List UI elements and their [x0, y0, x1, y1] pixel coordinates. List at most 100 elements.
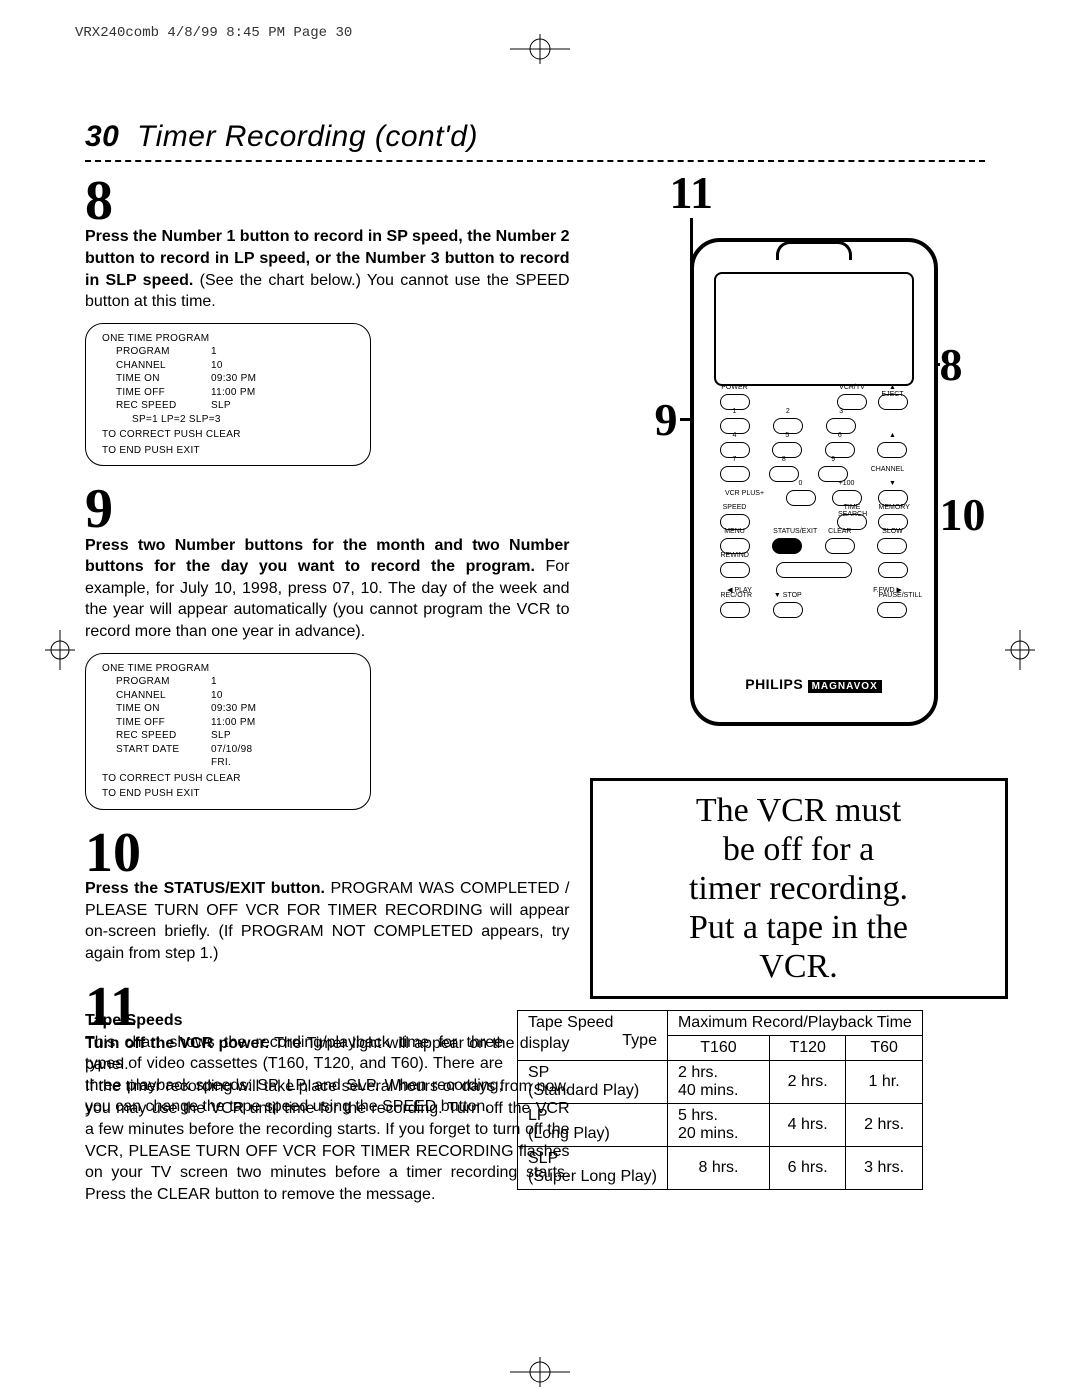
cell-lp-type: LP (Long Play) — [518, 1104, 668, 1147]
cell-sp-t120: 2 hrs. — [769, 1061, 845, 1104]
title-divider — [85, 160, 985, 162]
remote-display — [714, 272, 914, 386]
cell-lp-l1: LP — [528, 1107, 657, 1125]
step-10-text: Press the STATUS/EXIT button. PROGRAM WA… — [85, 878, 570, 964]
tape-speeds-text: Tape Speeds This chart shows the recordi… — [85, 1010, 517, 1190]
tape-speeds-heading: Tape Speeds — [85, 1012, 183, 1029]
osd2-r4-l: REC SPEED — [98, 729, 211, 743]
step-number-10: 10 — [85, 828, 570, 878]
cell-sp-t60: 1 hr. — [846, 1061, 922, 1104]
crop-mark-right — [985, 630, 1035, 675]
table-row: SP (Standard Play) 2 hrs. 40 mins. 2 hrs… — [518, 1061, 923, 1104]
osd2-title: ONE TIME PROGRAM — [98, 662, 358, 676]
osd1-r4-v: SLP — [211, 399, 231, 413]
osd1-footer2: TO END PUSH EXIT — [98, 444, 358, 458]
warn-line-4: Put a tape in the — [599, 908, 999, 947]
brand-philips: PHILIPS — [745, 676, 803, 692]
table-row: LP (Long Play) 5 hrs. 20 mins. 4 hrs. 2 … — [518, 1104, 923, 1147]
remote-brand: PHILIPS MAGNAVOX — [694, 676, 934, 692]
osd1-r1-v: 10 — [211, 359, 223, 373]
remote-pause-button — [877, 602, 907, 618]
th-tapespeed: Tape Speed Type — [518, 1011, 668, 1061]
cell-lp-t160: 5 hrs. 20 mins. — [667, 1104, 769, 1147]
osd2-r4-v: SLP — [211, 729, 231, 743]
cell-sp-t160-b: 40 mins. — [678, 1082, 759, 1100]
osd1-r2-l: TIME ON — [98, 372, 211, 386]
osd1-r0-v: 1 — [211, 345, 217, 359]
osd2-r0-l: PROGRAM — [98, 675, 211, 689]
remote-statusexit-button — [772, 538, 802, 554]
section-title: Timer Recording (cont'd) — [137, 120, 478, 153]
osd2-r6-v: FRI. — [211, 756, 231, 770]
cell-sp-t160-a: 2 hrs. — [678, 1064, 759, 1082]
cell-sp-l2: (Standard Play) — [528, 1082, 657, 1100]
osd2-r6-l — [98, 756, 211, 770]
page-header-slug: VRX240comb 4/8/99 8:45 PM Page 30 — [75, 25, 352, 41]
osd1-title: ONE TIME PROGRAM — [98, 332, 358, 346]
table-row: Tape Speed Type Maximum Record/Playback … — [518, 1011, 923, 1036]
th-t120: T120 — [769, 1036, 845, 1061]
cell-slp-type: SLP (Super Long Play) — [518, 1147, 668, 1190]
remote-illustration: CHANNEL VCR PLUS+ — [690, 238, 940, 728]
cell-sp-type: SP (Standard Play) — [518, 1061, 668, 1104]
callout-9: 9 — [655, 393, 678, 446]
cell-lp-t160-a: 5 hrs. — [678, 1107, 759, 1125]
remote-btn-0 — [786, 490, 816, 506]
step-9-text: Press two Number buttons for the month a… — [85, 535, 570, 643]
osd2-r5-v: 07/10/98 — [211, 743, 252, 757]
remote-clear-button — [825, 538, 855, 554]
remote-btn-7 — [720, 466, 750, 482]
cell-lp-t60: 2 hrs. — [846, 1104, 922, 1147]
osd2-footer2: TO END PUSH EXIT — [98, 787, 358, 801]
tape-speeds-section: Tape Speeds This chart shows the recordi… — [85, 1010, 985, 1190]
osd2-footer1: TO CORRECT PUSH CLEAR — [98, 772, 358, 786]
th-t60: T60 — [846, 1036, 922, 1061]
osd2-r1-v: 10 — [211, 689, 223, 703]
remote-slow-button — [877, 538, 907, 554]
page-title: 30 Timer Recording (cont'd) — [85, 120, 985, 154]
remote-ffwd-button — [878, 562, 908, 578]
osd-box-2: ONE TIME PROGRAM PROGRAM1 CHANNEL10 TIME… — [85, 653, 371, 810]
cell-slp-l2: (Super Long Play) — [528, 1168, 657, 1186]
remote-eject-button — [878, 394, 908, 410]
table-row: SLP (Super Long Play) 8 hrs. 6 hrs. 3 hr… — [518, 1147, 923, 1190]
osd2-r3-v: 11:00 PM — [211, 716, 255, 730]
osd1-r2-v: 09:30 PM — [211, 372, 256, 386]
cell-lp-t120: 4 hrs. — [769, 1104, 845, 1147]
tape-speeds-table: Tape Speed Type Maximum Record/Playback … — [517, 1010, 923, 1190]
th-t160: T160 — [667, 1036, 769, 1061]
cell-slp-l1: SLP — [528, 1150, 657, 1168]
step-8-text: Press the Number 1 button to record in S… — [85, 226, 570, 312]
callout-10: 10 — [940, 488, 986, 541]
cell-lp-t160-b: 20 mins. — [678, 1125, 759, 1143]
remote-play-bar — [776, 562, 852, 578]
callout-11: 11 — [670, 166, 713, 219]
step-number-9: 9 — [85, 484, 570, 534]
cell-sp-t160: 2 hrs. 40 mins. — [667, 1061, 769, 1104]
th-tapespeed-l2: Type — [528, 1032, 657, 1050]
warn-line-2: be off for a — [599, 830, 999, 869]
tape-speeds-para: This chart shows the recording/playback … — [85, 1034, 503, 1116]
osd1-speedline: SP=1 LP=2 SLP=3 — [98, 413, 358, 427]
osd2-r2-v: 09:30 PM — [211, 702, 256, 716]
osd1-footer1: TO CORRECT PUSH CLEAR — [98, 428, 358, 442]
cell-slp-t160: 8 hrs. — [667, 1147, 769, 1190]
remote-rewind-button — [720, 562, 750, 578]
cell-lp-l2: (Long Play) — [528, 1125, 657, 1143]
crop-mark-top — [490, 34, 590, 99]
osd2-r0-v: 1 — [211, 675, 217, 689]
remote-button-grid: CHANNEL VCR PLUS+ — [720, 394, 908, 626]
warn-line-1: The VCR must — [599, 791, 999, 830]
crop-mark-bottom — [490, 1327, 590, 1392]
osd2-r2-l: TIME ON — [98, 702, 211, 716]
callout-8: 8 — [940, 338, 963, 391]
osd1-r3-v: 11:00 PM — [211, 386, 255, 400]
remote-ir-window — [776, 241, 852, 260]
osd-box-1: ONE TIME PROGRAM PROGRAM1 CHANNEL10 TIME… — [85, 323, 371, 467]
cell-slp-t120: 6 hrs. — [769, 1147, 845, 1190]
brand-magnavox: MAGNAVOX — [808, 680, 882, 693]
osd1-r3-l: TIME OFF — [98, 386, 211, 400]
warning-box: The VCR must be off for a timer recordin… — [590, 778, 1008, 999]
warn-line-5: VCR. — [599, 947, 999, 986]
page-number: 30 — [85, 120, 119, 153]
